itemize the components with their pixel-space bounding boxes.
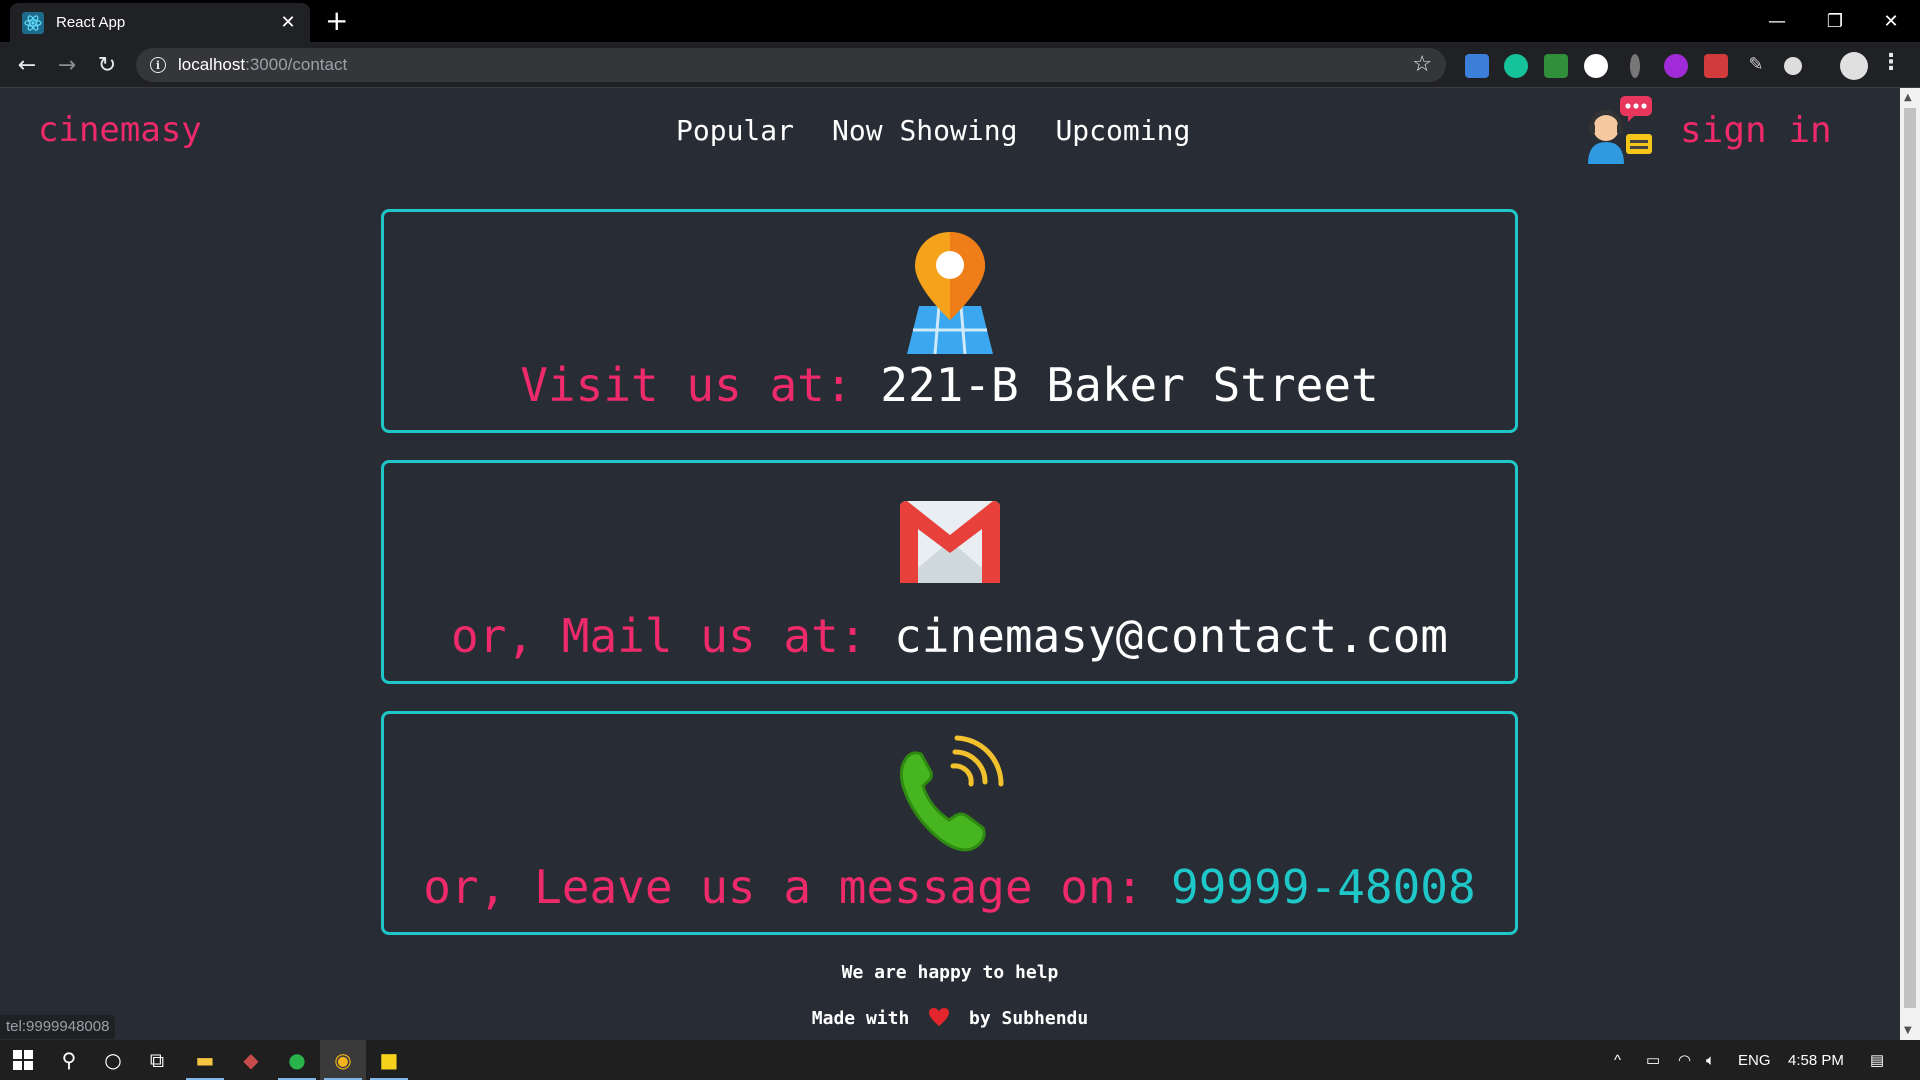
profile-avatar[interactable] [1840, 52, 1868, 80]
address-bar[interactable]: i localhost :3000/contact ☆ [136, 48, 1446, 82]
browser-tab-bar: React App ✕ + — ❐ ✕ [0, 0, 1920, 42]
phone-value[interactable]: 99999-48008 [1171, 860, 1476, 914]
battery-icon[interactable]: ▭ [1646, 1040, 1660, 1080]
extension-pen-icon[interactable]: ✎ [1744, 54, 1768, 78]
gmail-icon [899, 501, 1000, 583]
address-value: 221-B Baker Street [880, 358, 1379, 412]
scrollbar-thumb[interactable] [1904, 108, 1916, 1008]
contact-card-phone: or, Leave us a message on: 99999-48008 [381, 711, 1518, 935]
new-tab-icon[interactable]: + [325, 6, 348, 36]
file-explorer-icon[interactable]: ▬ [182, 1040, 228, 1080]
back-icon[interactable]: ← [12, 50, 42, 80]
notifications-icon[interactable]: ▤ [1870, 1040, 1884, 1080]
bookmark-star-icon[interactable]: ☆ [1412, 52, 1432, 77]
customer-support-icon[interactable] [1582, 94, 1656, 164]
phone-line: or, Leave us a message on: 99999-48008 [384, 860, 1515, 914]
heart-icon [929, 1008, 950, 1026]
react-icon [22, 11, 44, 34]
cortana-icon[interactable]: ○ [90, 1040, 136, 1080]
footer-made-with: Made with [811, 1008, 910, 1029]
link-status-tooltip: tel:9999948008 [0, 1015, 116, 1039]
clock[interactable]: 4:58 PM [1788, 1040, 1844, 1080]
whatsapp-icon[interactable]: ● [274, 1040, 320, 1080]
page-scrollbar[interactable]: ▲ ▼ [1900, 88, 1920, 1040]
extension-chat-icon[interactable] [1664, 54, 1688, 78]
email-line: or, Mail us at: cinemasy@contact.com [384, 609, 1515, 663]
footer-author: by Subhendu [969, 1008, 1089, 1029]
page-content: cinemasy Popular Now Showing Upcoming si… [0, 88, 1900, 1040]
footer-credit: Made with by Subhendu [0, 1007, 1900, 1029]
browser-tab[interactable]: React App ✕ [10, 3, 310, 42]
scroll-up-icon[interactable]: ▲ [1904, 92, 1912, 103]
scroll-down-icon[interactable]: ▼ [1904, 1025, 1912, 1036]
extension-leaf-icon[interactable] [1544, 54, 1568, 78]
brand-logo[interactable]: cinemasy [38, 110, 202, 150]
phone-label: or, Leave us a message on: [423, 860, 1172, 914]
sign-in-link[interactable]: sign in [1680, 110, 1832, 151]
sticky-notes-icon[interactable]: ■ [366, 1040, 412, 1080]
tray-overflow-icon[interactable]: ^ [1614, 1040, 1621, 1080]
footer-help-text: We are happy to help [841, 962, 1059, 983]
search-icon[interactable]: ⚲ [46, 1040, 92, 1080]
browser-toolbar: ← → ↻ i localhost :3000/contact ☆ ✎ ⋮ [0, 42, 1920, 88]
extension-puzzle-icon[interactable] [1704, 54, 1728, 78]
language-indicator[interactable]: ENG [1738, 1040, 1771, 1080]
url-host: localhost [178, 55, 246, 74]
extension-circle-icon[interactable] [1784, 57, 1802, 75]
phone-icon [899, 735, 1004, 852]
task-view-icon[interactable]: ⧉ [134, 1040, 180, 1080]
nav-link-upcoming[interactable]: Upcoming [1055, 114, 1190, 147]
browser-menu-icon[interactable]: ⋮ [1880, 50, 1902, 75]
address-label: Visit us at: [520, 358, 881, 412]
nav-link-popular[interactable]: Popular [676, 114, 794, 147]
os-taskbar: ⚲ ○ ⧉ ▬ ◆ ● ◉ ■ ^ ▭ ◠ 🔈︎ ENG 4:58 PM ▤ [0, 1040, 1920, 1080]
tab-title: React App [56, 14, 126, 31]
extension-mouse-icon[interactable] [1630, 54, 1640, 78]
email-label: or, Mail us at: [451, 609, 895, 663]
contact-card-email: or, Mail us at: cinemasy@contact.com [381, 460, 1518, 684]
close-window-icon[interactable]: ✕ [1862, 0, 1920, 42]
extension-notes-icon[interactable] [1584, 54, 1608, 78]
tab-close-icon[interactable]: ✕ [278, 12, 298, 33]
reload-icon[interactable]: ↻ [92, 50, 122, 80]
extension-translate-icon[interactable] [1465, 54, 1489, 78]
contact-card-address: Visit us at: 221-B Baker Street [381, 209, 1518, 433]
wifi-icon[interactable]: ◠ [1678, 1040, 1691, 1080]
app-bird-icon[interactable]: ◆ [228, 1040, 274, 1080]
email-value[interactable]: cinemasy@contact.com [894, 609, 1448, 663]
chrome-taskbar-icon[interactable]: ◉ [320, 1040, 366, 1080]
map-pin-icon [906, 232, 993, 354]
volume-icon[interactable]: 🔈︎ [1706, 1040, 1715, 1080]
address-line: Visit us at: 221-B Baker Street [384, 358, 1515, 412]
forward-icon[interactable]: → [52, 50, 82, 80]
windows-start-icon[interactable] [0, 1040, 46, 1080]
site-info-icon[interactable]: i [150, 57, 166, 73]
extension-grammarly-icon[interactable] [1504, 54, 1528, 78]
url-path: :3000/contact [245, 55, 348, 74]
nav-link-now-showing[interactable]: Now Showing [832, 114, 1017, 147]
main-nav: Popular Now Showing Upcoming [676, 114, 1190, 147]
restore-icon[interactable]: ❐ [1806, 0, 1864, 42]
minimize-icon[interactable]: — [1748, 0, 1806, 42]
